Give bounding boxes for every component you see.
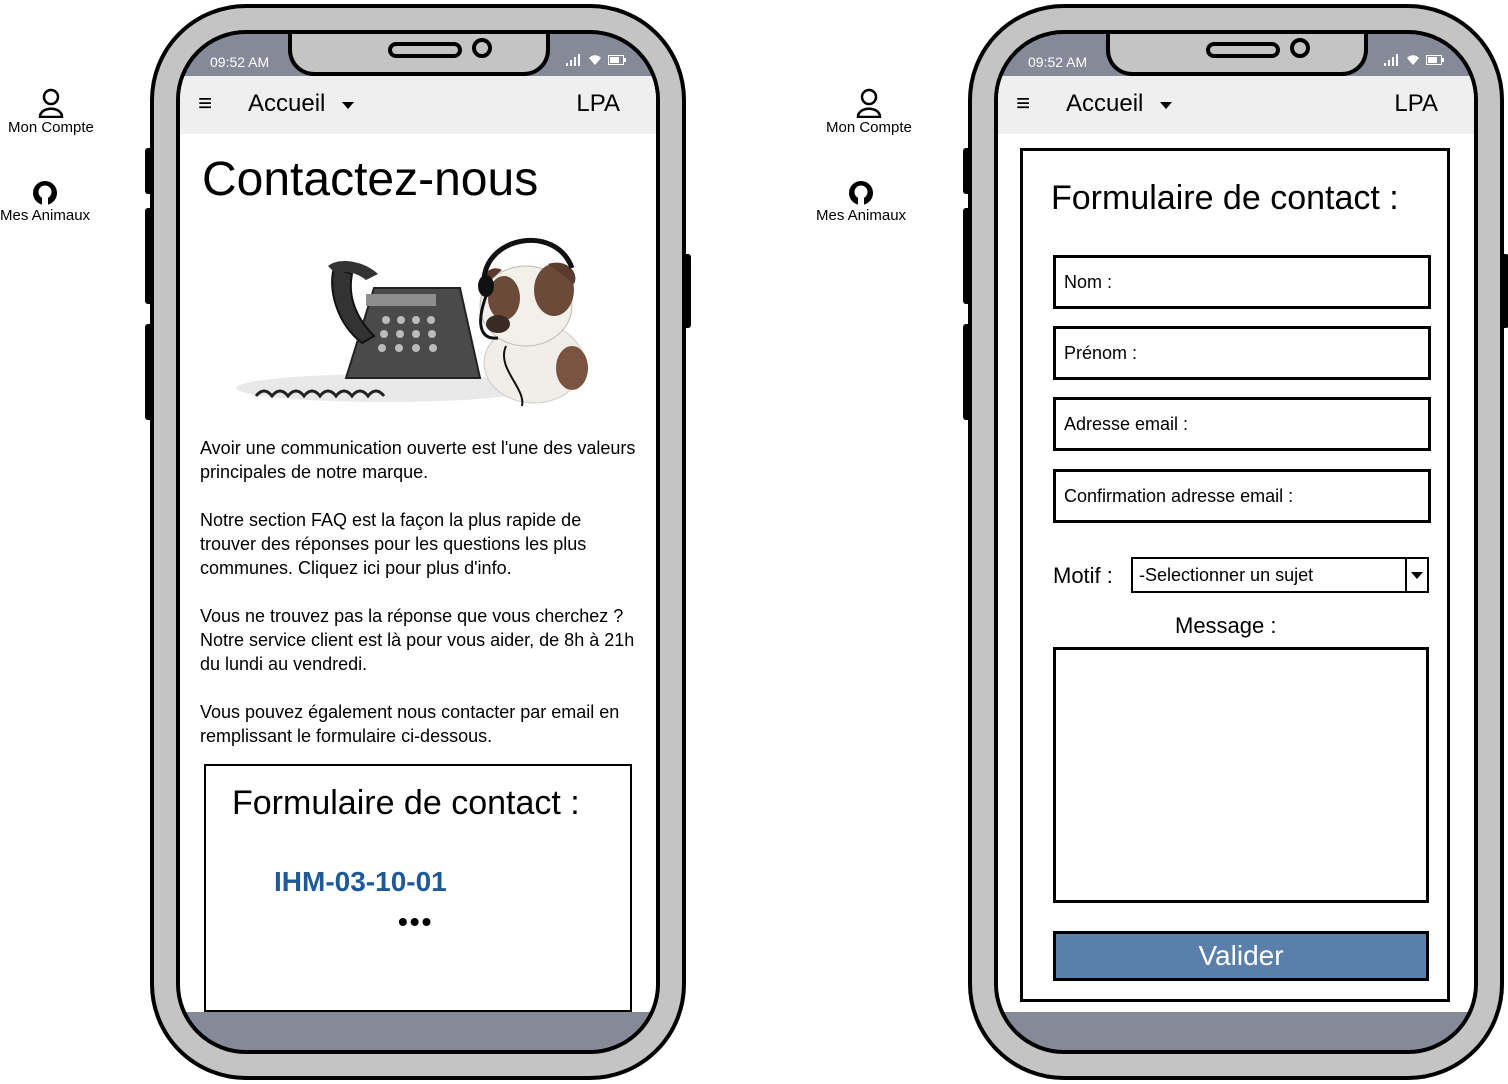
- form-title: Formulaire de contact :: [1051, 179, 1399, 217]
- message-label: Message :: [1175, 613, 1277, 638]
- motif-label: Motif :: [1053, 563, 1113, 588]
- wifi-icon: [1407, 55, 1419, 65]
- camera-icon: [472, 38, 492, 58]
- nav-dropdown-accueil[interactable]: Accueil: [248, 90, 325, 118]
- service-paragraph: Vous ne trouvez pas la réponse que vous …: [200, 606, 635, 674]
- signal-icon: [566, 54, 580, 66]
- brand-logo[interactable]: LPA: [1394, 90, 1438, 118]
- phone-frame-contact-form: 09:52 AM ≡ Accueil LPA Formulaire de con…: [963, 4, 1508, 1080]
- status-time: 09:52 AM: [210, 54, 270, 70]
- phone-side-button: [1500, 254, 1508, 328]
- camera-icon: [1290, 38, 1310, 58]
- sidebar-item-mes-animaux[interactable]: Mes Animaux: [0, 180, 90, 224]
- menu-icon[interactable]: ≡: [198, 90, 212, 118]
- navbar: ≡ Accueil LPA: [998, 76, 1474, 134]
- contact-form-preview: Formulaire de contact : IHM-03-10-01 •••: [204, 764, 632, 1012]
- page-title: Contactez-nous: [202, 153, 539, 206]
- github-icon: [33, 181, 58, 206]
- message-textarea[interactable]: [1053, 647, 1429, 903]
- chevron-down-icon[interactable]: [342, 102, 354, 109]
- speaker-grille: [1206, 42, 1280, 58]
- phone-side-button: [963, 324, 972, 420]
- wifi-icon: [589, 55, 601, 65]
- nom-field[interactable]: Nom :: [1053, 255, 1431, 309]
- nav-dropdown-accueil[interactable]: Accueil: [1066, 90, 1143, 118]
- email-confirmation-field[interactable]: Confirmation adresse email :: [1053, 469, 1431, 523]
- phone-side-button: [145, 324, 154, 420]
- phone-and-puppy-image: [236, 238, 588, 407]
- phone-side-button: [145, 148, 154, 194]
- sidebar-item-mes-animaux[interactable]: Mes Animaux: [816, 180, 906, 224]
- github-icon: [849, 181, 874, 206]
- prenom-field[interactable]: Prénom :: [1053, 326, 1431, 380]
- signal-icon: [1384, 54, 1398, 66]
- navbar: ≡ Accueil LPA: [180, 76, 656, 134]
- phone-side-button: [963, 208, 972, 304]
- contact-form: Formulaire de contact : Nom : Prénom : A…: [1020, 148, 1450, 1002]
- battery-icon: [1426, 55, 1444, 65]
- brand-logo[interactable]: LPA: [576, 90, 620, 118]
- email-field[interactable]: Adresse email :: [1053, 397, 1431, 451]
- sidebar-item-label: Mes Animaux: [0, 207, 91, 224]
- status-icons: [1384, 54, 1444, 66]
- user-icon: [38, 88, 64, 118]
- sidebar-item-label: Mes Animaux: [816, 207, 907, 224]
- phone-screen: ≡ Accueil LPA Contactez-nous Avoir une c…: [180, 76, 656, 1012]
- motif-select-value: -Selectionner un sujet: [1139, 565, 1314, 585]
- phone-screen-bezel: 09:52 AM ≡ Accueil LPA Contactez-nous Av…: [176, 30, 660, 1054]
- chevron-down-icon[interactable]: [1405, 559, 1427, 591]
- sidebar-item-label: Mon Compte: [8, 119, 94, 136]
- phone-notch: [288, 34, 550, 76]
- phone-frame-contact-page: 09:52 AM ≡ Accueil LPA Contactez-nous Av…: [145, 4, 691, 1080]
- speaker-grille: [388, 42, 462, 58]
- form-card-title: Formulaire de contact :: [232, 784, 580, 822]
- status-time: 09:52 AM: [1028, 54, 1088, 70]
- sidebar-item-mon-compte[interactable]: Mon Compte: [8, 88, 94, 136]
- menu-icon[interactable]: ≡: [1016, 90, 1030, 118]
- chevron-down-icon[interactable]: [1160, 102, 1172, 109]
- phone-side-button: [963, 148, 972, 194]
- phone-side-button: [145, 208, 154, 304]
- phone-side-button: [682, 254, 691, 328]
- submit-button[interactable]: Valider: [1053, 931, 1429, 981]
- phone-notch: [1106, 34, 1368, 76]
- phone-screen: ≡ Accueil LPA Formulaire de contact : No…: [998, 76, 1474, 1012]
- form-reference-link[interactable]: IHM-03-10-01: [274, 866, 447, 898]
- email-paragraph: Vous pouvez également nous contacter par…: [200, 702, 620, 746]
- faq-paragraph[interactable]: Notre section FAQ est la façon la plus r…: [200, 508, 640, 580]
- sidebar-item-label: Mon Compte: [826, 119, 912, 136]
- battery-icon: [608, 55, 626, 65]
- status-icons: [566, 54, 626, 66]
- user-icon: [856, 88, 882, 118]
- ellipsis-icon: •••: [398, 906, 434, 937]
- motif-select[interactable]: -Selectionner un sujet: [1131, 557, 1429, 593]
- sidebar-item-mon-compte[interactable]: Mon Compte: [826, 88, 912, 136]
- phone-screen-bezel: 09:52 AM ≡ Accueil LPA Formulaire de con…: [994, 30, 1478, 1054]
- intro-paragraph: Avoir une communication ouverte est l'un…: [200, 438, 636, 482]
